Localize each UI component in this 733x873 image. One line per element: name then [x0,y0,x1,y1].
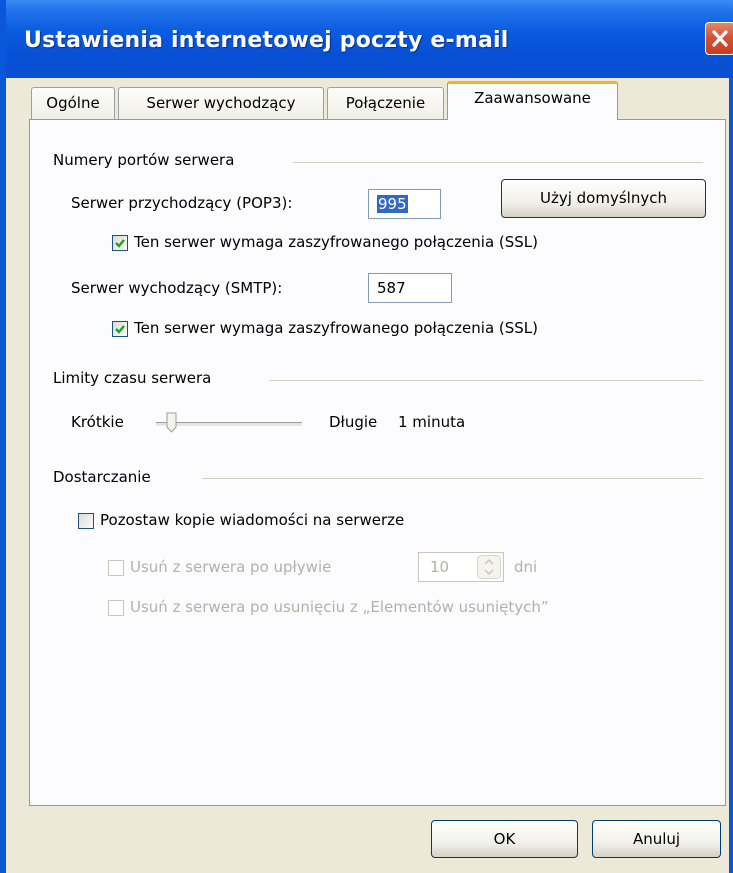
timeout-value-text: 1 minuta [398,413,466,431]
close-icon [712,30,728,47]
tab-advanced[interactable]: Zaawansowane [447,81,618,120]
timeout-short-label: Krótkie [71,413,124,431]
incoming-ssl-checkbox[interactable] [112,235,128,251]
incoming-port-value: 995 [377,195,408,213]
timeout-group-label: Limity czasu serwera [53,369,212,387]
leave-copy-label[interactable]: Pozostaw kopie wiadomości na serwerze [100,511,404,529]
ports-group-divider [293,162,703,163]
spin-arrows-icon[interactable] [477,555,501,579]
timeout-slider-track[interactable] [156,422,302,427]
outgoing-port-label: Serwer wychodzący (SMTP): [71,279,283,297]
outgoing-port-input[interactable]: 587 [368,273,452,303]
tab-connection-label: Połączenie [345,94,426,112]
remove-deleted-checkbox[interactable] [108,600,124,616]
outgoing-ssl-checkbox[interactable] [112,321,128,337]
tab-panel-advanced: Numery portów serwera Serwer przychodząc… [29,119,726,806]
timeout-long-label: Długie [329,413,378,431]
tab-outgoing-server-label: Serwer wychodzący [146,94,296,112]
checkmark-icon [115,239,125,248]
timeout-group-divider [269,380,703,381]
remove-deleted-label: Usuń z serwera po usunięciu z „Elementów… [130,598,549,616]
outgoing-port-value: 587 [377,279,406,297]
title-bar[interactable]: Ustawienia internetowej poczty e-mail [6,0,733,78]
use-defaults-button[interactable]: Użyj domyślnych [501,179,706,218]
remove-after-label: Usuń z serwera po upływie [130,558,332,576]
remove-after-days-spinner[interactable]: 10 [418,552,504,582]
incoming-port-input[interactable]: 995 [368,189,441,219]
checkmark-icon [115,325,125,334]
dialog-window: Ustawienia internetowej poczty e-mail Og… [0,0,733,873]
remove-after-days-value: 10 [430,558,450,576]
remove-after-checkbox[interactable] [108,560,124,576]
tab-advanced-label: Zaawansowane [474,89,591,107]
tab-general-label: Ogólne [46,94,100,112]
delivery-group-label: Dostarczanie [53,468,151,486]
incoming-port-label: Serwer przychodzący (POP3): [71,194,293,212]
tab-connection[interactable]: Połączenie [327,87,444,119]
tab-outgoing-server[interactable]: Serwer wychodzący [118,87,324,119]
leave-copy-checkbox[interactable] [78,513,94,529]
outgoing-ssl-label[interactable]: Ten serwer wymaga zaszyfrowanego połącze… [134,319,538,337]
cancel-button[interactable]: Anuluj [592,820,721,858]
timeout-slider-thumb[interactable] [166,412,177,433]
close-button[interactable] [705,22,733,55]
incoming-ssl-label[interactable]: Ten serwer wymaga zaszyfrowanego połącze… [134,233,538,251]
tab-general[interactable]: Ogólne [31,87,115,119]
delivery-group-divider [202,478,703,479]
ports-group-label: Numery portów serwera [53,151,235,169]
ok-button[interactable]: OK [431,820,578,858]
window-title: Ustawienia internetowej poczty e-mail [24,28,509,53]
days-label: dni [514,558,538,576]
